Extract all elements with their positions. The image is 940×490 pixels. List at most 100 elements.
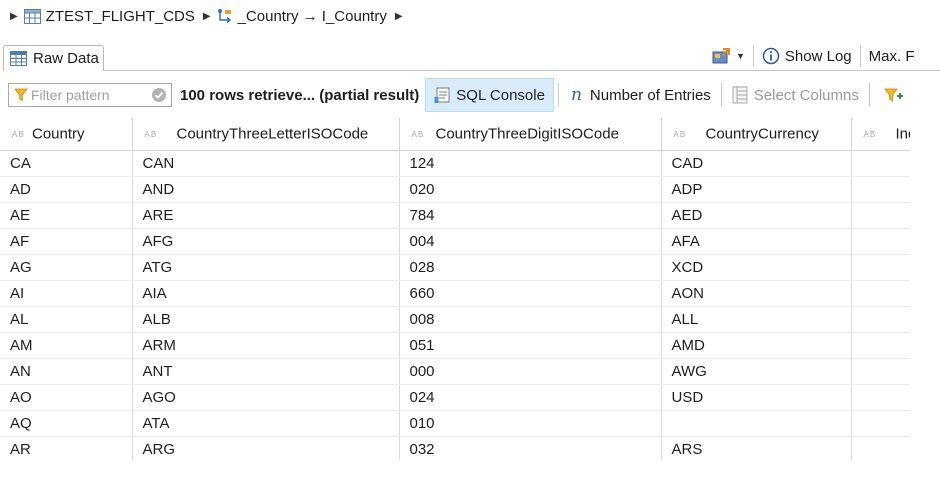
table-cell[interactable]: 660 — [399, 280, 662, 307]
toolbar-separator — [868, 83, 870, 107]
table-cell[interactable]: ALB — [132, 306, 400, 333]
table-cell[interactable]: ARS — [661, 436, 852, 460]
table-cell[interactable]: AFA — [661, 228, 852, 255]
breadcrumb-entity[interactable]: ZTEST_FLIGHT_CDS — [46, 8, 195, 25]
breadcrumb-arrow-icon[interactable]: ▶ — [10, 11, 18, 22]
table-cell[interactable]: USD — [661, 384, 852, 411]
table-row[interactable]: AR ARG 032 ARS — [0, 436, 910, 460]
filter-field[interactable] — [8, 83, 172, 107]
table-row[interactable]: AN ANT 000 AWG — [0, 358, 910, 385]
table-cell[interactable]: CAN — [132, 150, 400, 177]
table-cell[interactable]: 000 — [399, 358, 662, 385]
table-cell[interactable]: ARE — [132, 202, 400, 229]
table-cell[interactable]: ARG — [132, 436, 400, 460]
sql-console-button[interactable]: SQL Console — [425, 78, 554, 112]
table-cell[interactable]: AFG — [132, 228, 400, 255]
table-cell[interactable]: AON — [661, 280, 852, 307]
table-cell[interactable]: ATA — [132, 410, 400, 437]
table-cell[interactable]: AWG — [661, 358, 852, 385]
breadcrumb-arrow-icon[interactable]: ▶ — [395, 11, 403, 22]
table-cell[interactable] — [851, 306, 910, 333]
table-cell[interactable] — [851, 176, 910, 203]
table-cell[interactable]: AL — [0, 306, 133, 333]
max-rows-label[interactable]: Max. F — [869, 48, 915, 65]
dropdown-arrow-icon[interactable]: ▼ — [736, 51, 745, 61]
table-cell[interactable]: ADP — [661, 176, 852, 203]
table-cell[interactable]: AED — [661, 202, 852, 229]
table-cell[interactable] — [851, 254, 910, 281]
table-row[interactable]: AG ATG 028 XCD — [0, 254, 910, 281]
select-columns-button[interactable]: Select Columns — [724, 78, 867, 112]
table-row[interactable]: AO AGO 024 USD — [0, 384, 910, 411]
tab-raw-data[interactable]: Raw Data — [3, 45, 104, 71]
table-cell[interactable]: XCD — [661, 254, 852, 281]
table-cell[interactable] — [851, 384, 910, 411]
table-body: CA CAN 124 CAD AD AND 020 ADP AE ARE 784 AED AF AFG 00… — [0, 150, 910, 460]
table-row[interactable]: AD AND 020 ADP — [0, 176, 910, 203]
table-row[interactable]: CA CAN 124 CAD — [0, 150, 910, 177]
table-cell[interactable] — [851, 358, 910, 385]
table-cell[interactable]: 004 — [399, 228, 662, 255]
table-cell[interactable]: AI — [0, 280, 133, 307]
column-header-currency[interactable]: AB CountryCurrency — [661, 118, 852, 151]
table-cell[interactable]: 051 — [399, 332, 662, 359]
table-cell[interactable]: ATG — [132, 254, 400, 281]
table-cell[interactable]: ANT — [132, 358, 400, 385]
table-cell[interactable]: AIA — [132, 280, 400, 307]
column-header-three-digit-iso[interactable]: AB CountryThreeDigitISOCode — [399, 118, 662, 151]
column-header-country[interactable]: AB Country — [0, 118, 133, 151]
table-cell[interactable]: 010 — [399, 410, 662, 437]
table-cell[interactable] — [851, 332, 910, 359]
table-cell[interactable]: AR — [0, 436, 133, 460]
table-cell[interactable]: AO — [0, 384, 133, 411]
table-cell[interactable]: AG — [0, 254, 133, 281]
text-type-icon: AB — [411, 129, 425, 139]
table-cell[interactable]: AF — [0, 228, 133, 255]
table-cell[interactable] — [851, 436, 910, 460]
table-row[interactable]: AM ARM 051 AMD — [0, 332, 910, 359]
table-cell[interactable]: CA — [0, 150, 133, 177]
table-cell[interactable] — [851, 280, 910, 307]
table-row[interactable]: AI AIA 660 AON — [0, 280, 910, 307]
table-row[interactable]: AQ ATA 010 — [0, 410, 910, 437]
table-cell[interactable]: 784 — [399, 202, 662, 229]
table-row[interactable]: AE ARE 784 AED — [0, 202, 910, 229]
table-cell[interactable]: CAD — [661, 150, 852, 177]
table-cell[interactable]: 020 — [399, 176, 662, 203]
filter-input[interactable] — [31, 85, 141, 104]
table-cell[interactable]: 124 — [399, 150, 662, 177]
table-cell[interactable]: 008 — [399, 306, 662, 333]
table-cell[interactable] — [661, 410, 852, 437]
table-row[interactable]: AF AFG 004 AFA — [0, 228, 910, 255]
breadcrumb-association[interactable]: _Country → I_Country — [238, 8, 387, 25]
table-cell[interactable]: AN — [0, 358, 133, 385]
table-cell[interactable] — [851, 202, 910, 229]
table-cell[interactable]: 028 — [399, 254, 662, 281]
table-cell[interactable]: AGO — [132, 384, 400, 411]
table-cell[interactable]: ALL — [661, 306, 852, 333]
table-cell[interactable]: AD — [0, 176, 133, 203]
clear-icon[interactable] — [151, 87, 167, 107]
filter-plus-icon[interactable] — [884, 86, 904, 104]
column-header-indexb[interactable]: ABIndexB — [851, 118, 910, 151]
number-of-entries-button[interactable]: n Number of Entries — [561, 78, 719, 112]
table-row[interactable]: AL ALB 008 ALL — [0, 306, 910, 333]
table-cell[interactable] — [851, 150, 910, 177]
breadcrumb-arrow-icon[interactable]: ▶ — [203, 11, 211, 22]
table-cell[interactable]: AM — [0, 332, 133, 359]
grid-icon — [10, 51, 27, 66]
table-cell[interactable]: AE — [0, 202, 133, 229]
export-icon[interactable] — [712, 47, 732, 65]
table-cell[interactable]: 024 — [399, 384, 662, 411]
table-cell[interactable]: AND — [132, 176, 400, 203]
show-log-button[interactable]: Show Log — [785, 48, 852, 65]
table-cell[interactable] — [851, 228, 910, 255]
table-cell[interactable]: AMD — [661, 332, 852, 359]
text-type-icon: AB — [12, 129, 25, 139]
tab-bar: Raw Data ▼ Show Log Max. F — [0, 40, 940, 72]
table-cell[interactable]: 032 — [399, 436, 662, 460]
table-cell[interactable]: ARM — [132, 332, 400, 359]
table-cell[interactable]: AQ — [0, 410, 133, 437]
table-cell[interactable] — [851, 410, 910, 437]
column-header-three-letter-iso[interactable]: AB CountryThreeLetterISOCode — [132, 118, 400, 151]
